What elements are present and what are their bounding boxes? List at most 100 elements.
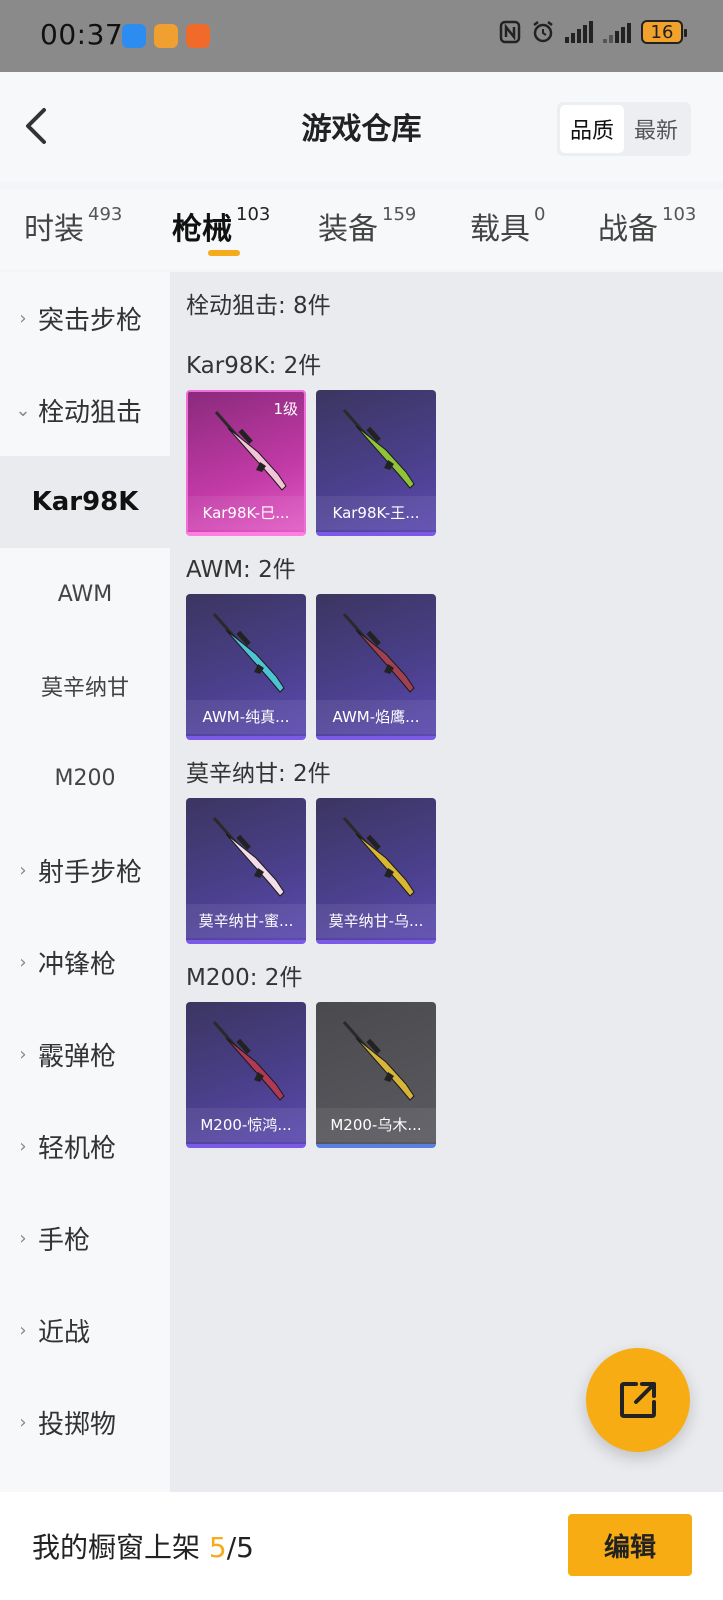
chevron-down-icon: ⌄ <box>15 399 31 421</box>
rifle-shape <box>225 629 285 693</box>
tab-count: 103 <box>236 204 271 225</box>
alarm-icon <box>533 21 553 43</box>
nfc-icon <box>499 20 521 44</box>
chevron-right-icon: › <box>19 1135 27 1157</box>
sidebar-item-shotguns[interactable]: › 霰弹枪 <box>0 1008 170 1100</box>
status-indicators: 16 <box>499 20 687 44</box>
sidebar-subitem-m200[interactable]: M200 <box>0 732 170 824</box>
sidebar-item-label: 投掷物 <box>38 1409 117 1440</box>
item-card[interactable]: Kar98K-王... <box>316 390 436 536</box>
signal-icon <box>565 21 593 43</box>
item-name: M200-惊鸿... <box>186 1108 306 1142</box>
battery-icon: 16 <box>641 20 687 44</box>
item-card[interactable]: 1级 Kar98K-巳... <box>186 390 306 536</box>
showcase-label: 我的橱窗上架 <box>32 1531 201 1564</box>
category-tabs: 时装 493 枪械 103 装备 159 载具 0 战备 103 <box>0 190 723 270</box>
tab-guns[interactable]: 枪械 103 <box>172 204 270 248</box>
group-title: Kar98K: 2件 <box>186 353 322 379</box>
rifle-shape <box>355 425 415 489</box>
item-card[interactable]: AWM-焰鹰... <box>316 594 436 740</box>
rifle-icon <box>212 1021 285 1101</box>
sidebar-item-bolt-snipers[interactable]: ⌄ 栓动狙击 <box>0 364 170 456</box>
chevron-right-icon: › <box>19 951 27 973</box>
status-time: 00:37 <box>40 18 124 51</box>
sidebar-item-assault-rifles[interactable]: › 突击步枪 <box>0 272 170 364</box>
sidebar-item-smgs[interactable]: › 冲锋枪 <box>0 916 170 1008</box>
item-card[interactable]: 莫辛纳甘-乌... <box>316 798 436 944</box>
sidebar-item-marksman-rifles[interactable]: › 射手步枪 <box>0 824 170 916</box>
item-card[interactable]: AWM-纯真... <box>186 594 306 740</box>
chevron-right-icon: › <box>19 1411 27 1433</box>
page-header: 游戏仓库 品质 最新 <box>0 72 723 182</box>
tab-label: 载具 <box>470 212 530 247</box>
item-card[interactable]: M200-乌木... <box>316 1002 436 1148</box>
group-title: 莫辛纳甘: 2件 <box>186 761 331 787</box>
sidebar-subitem-mosin[interactable]: 莫辛纳甘 <box>0 640 170 732</box>
chevron-right-icon: › <box>19 859 27 881</box>
sidebar-item-label: 突击步枪 <box>38 305 143 336</box>
shop-app-icon <box>186 24 210 48</box>
tab-count: 103 <box>662 204 697 225</box>
sort-newest-button[interactable]: 最新 <box>624 105 688 153</box>
status-app-icons <box>122 24 210 48</box>
sidebar-item-melee[interactable]: › 近战 <box>0 1284 170 1376</box>
rifle-icon <box>342 1021 415 1101</box>
item-name: M200-乌木... <box>316 1108 436 1142</box>
rifle-icon <box>212 817 285 897</box>
chevron-right-icon: › <box>19 1043 27 1065</box>
item-name: 莫辛纳甘-蜜... <box>186 904 306 938</box>
tab-label: 时装 <box>24 212 84 247</box>
group-title: AWM: 2件 <box>186 557 296 583</box>
rifle-icon <box>342 409 415 489</box>
bottom-bar: 我的橱窗上架 5/5 编辑 <box>0 1492 723 1600</box>
category-summary: 栓动狙击: 8件 <box>186 293 331 319</box>
tab-count: 493 <box>88 204 123 225</box>
sidebar-item-label: 轻机枪 <box>38 1133 117 1164</box>
item-name: 莫辛纳甘-乌... <box>316 904 436 938</box>
chevron-right-icon: › <box>19 307 27 329</box>
tab-label: 枪械 <box>172 212 232 247</box>
sidebar-subitem-awm[interactable]: AWM <box>0 548 170 640</box>
edit-button[interactable]: 编辑 <box>568 1514 692 1576</box>
item-level: 1级 <box>273 400 298 418</box>
sidebar-item-label: 近战 <box>38 1317 91 1348</box>
tab-fashion[interactable]: 时装 493 <box>24 204 122 248</box>
rifle-shape <box>355 833 415 897</box>
sidebar-item-label: 手枪 <box>38 1225 91 1256</box>
sidebar-subitem-kar98k[interactable]: Kar98K <box>0 456 170 548</box>
sort-toggle: 品质 最新 <box>556 102 691 156</box>
tab-vehicles[interactable]: 载具 0 <box>470 204 545 248</box>
sidebar-item-label: 射手步枪 <box>38 857 143 888</box>
rifle-icon <box>342 613 415 693</box>
tab-supplies[interactable]: 战备 103 <box>598 204 696 248</box>
showcase-total-count: /5 <box>226 1531 254 1564</box>
game-app-icon <box>154 24 178 48</box>
tab-count: 0 <box>534 204 546 225</box>
share-button[interactable] <box>586 1348 690 1452</box>
chat-app-icon <box>122 24 146 48</box>
tab-count: 159 <box>382 204 417 225</box>
item-grid: 栓动狙击: 8件 Kar98K: 2件 1级 Kar98K-巳... Kar98… <box>170 272 723 1492</box>
rifle-shape <box>355 629 415 693</box>
rifle-icon <box>342 817 415 897</box>
showcase-status: 我的橱窗上架 5/5 <box>32 1526 254 1566</box>
tab-label: 战备 <box>598 212 658 247</box>
item-card[interactable]: 莫辛纳甘-蜜... <box>186 798 306 944</box>
item-name: AWM-纯真... <box>186 700 306 734</box>
item-name: Kar98K-巳... <box>188 496 304 530</box>
chevron-right-icon: › <box>19 1227 27 1249</box>
sidebar: › 突击步枪 ⌄ 栓动狙击 Kar98K AWM 莫辛纳甘 M200 › 射手步… <box>0 272 170 1492</box>
sidebar-item-throwables[interactable]: › 投掷物 <box>0 1376 170 1468</box>
sidebar-item-label: 霰弹枪 <box>38 1041 117 1072</box>
sidebar-item-pistols[interactable]: › 手枪 <box>0 1192 170 1284</box>
item-card[interactable]: M200-惊鸿... <box>186 1002 306 1148</box>
tab-label: 装备 <box>318 212 378 247</box>
share-external-icon <box>620 1382 656 1418</box>
tab-equipment[interactable]: 装备 159 <box>318 204 416 248</box>
rifle-shape <box>227 427 287 491</box>
sort-quality-button[interactable]: 品质 <box>559 105 624 153</box>
rifle-shape <box>355 1037 415 1101</box>
sidebar-item-lmgs[interactable]: › 轻机枪 <box>0 1100 170 1192</box>
signal-2-icon <box>603 21 631 43</box>
sidebar-item-label: 冲锋枪 <box>38 949 117 980</box>
